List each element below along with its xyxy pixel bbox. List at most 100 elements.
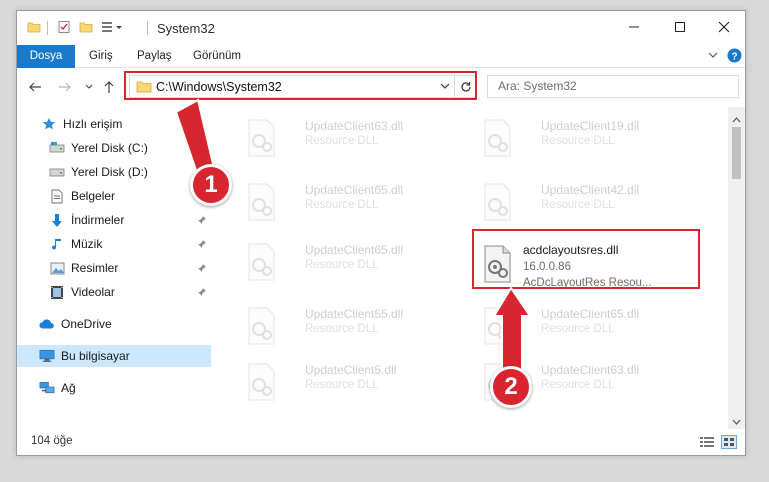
dll-file-icon <box>481 245 513 283</box>
file-type: Resource DLL <box>305 199 379 211</box>
nav-item-music[interactable]: Müzik <box>17 233 211 255</box>
file-item-acdclayoutsres[interactable]: acdclayoutsres.dll 16.0.0.86 AcDcLayoutR… <box>475 235 699 293</box>
properties-icon[interactable] <box>57 20 71 37</box>
address-bar[interactable]: C:\Windows\System32 <box>129 75 477 98</box>
folder-icon <box>136 79 152 97</box>
folder-icon <box>27 20 41 37</box>
file-name: UpdateClient65.dll <box>305 243 404 257</box>
file-name: UpdateClient5.dll <box>305 363 397 377</box>
chevron-down-icon[interactable] <box>439 80 451 95</box>
toolbar-separator <box>147 21 148 35</box>
file-name: UpdateClient65.dll <box>305 183 404 197</box>
nav-this-pc[interactable]: Bu bilgisayar <box>17 345 211 367</box>
vertical-scrollbar[interactable] <box>728 107 745 429</box>
file-description: AcDcLayoutRes Resou... <box>523 277 652 289</box>
close-button[interactable] <box>701 11 747 43</box>
tab-view[interactable]: Görünüm <box>183 45 251 68</box>
dll-file-icon <box>481 183 513 221</box>
recent-locations-icon[interactable] <box>81 79 97 95</box>
scroll-up-icon[interactable] <box>732 113 741 123</box>
tab-home[interactable]: Giriş <box>79 45 123 68</box>
file-item[interactable]: UpdateClient63.dll Resource DLL <box>237 113 457 163</box>
file-name: UpdateClient19.dll <box>541 119 640 133</box>
nav-onedrive[interactable]: OneDrive <box>17 313 211 335</box>
file-list: UpdateClient63.dll Resource DLL UpdateCl… <box>217 107 727 429</box>
pin-icon <box>197 286 207 300</box>
callout-number: 2 <box>490 366 532 408</box>
nav-network[interactable]: Ağ <box>17 377 211 399</box>
item-count: 104 öğe <box>31 435 73 447</box>
nav-item-videos[interactable]: Videolar <box>17 281 211 303</box>
file-name: acdclayoutsres.dll <box>523 243 619 257</box>
file-name: UpdateClient65.dll <box>541 307 640 321</box>
dll-file-icon <box>245 307 277 345</box>
back-arrow-icon[interactable] <box>27 79 43 95</box>
up-arrow-icon[interactable] <box>101 79 117 95</box>
file-name: UpdateClient55.dll <box>305 307 404 321</box>
file-name: UpdateClient63.dll <box>305 119 404 133</box>
file-type: Resource DLL <box>305 379 379 391</box>
nav-label: Yerel Disk (C:) <box>71 141 148 155</box>
scroll-down-icon[interactable] <box>732 415 741 425</box>
nav-quick-access[interactable]: Hızlı erişim <box>17 113 211 135</box>
network-icon <box>39 380 55 396</box>
search-box[interactable] <box>487 75 739 98</box>
file-item[interactable]: UpdateClient42.dll Resource DLL <box>473 177 693 227</box>
nav-item-local-disk-c[interactable]: Yerel Disk (C:) <box>17 137 211 159</box>
window-title: System32 <box>157 21 215 36</box>
nav-item-documents[interactable]: Belgeler <box>17 185 211 207</box>
tiles-view-icon[interactable] <box>721 435 737 449</box>
tab-share[interactable]: Paylaş <box>127 45 182 68</box>
customize-quick-access-icon[interactable] <box>101 20 123 37</box>
pictures-icon <box>49 260 65 276</box>
navigation-pane: Hızlı erişim Yerel Disk (C:) Yerel Disk … <box>17 107 211 429</box>
file-item[interactable]: UpdateClient65.dll Resource DLL <box>473 301 693 351</box>
callout-number: 1 <box>190 164 232 206</box>
drive-icon <box>49 140 65 156</box>
search-input[interactable] <box>498 79 698 93</box>
tab-file[interactable]: Dosya <box>17 45 75 68</box>
nav-label: Müzik <box>71 237 103 251</box>
file-item[interactable]: UpdateClient5.dll Resource DLL <box>237 357 457 407</box>
nav-label: İndirmeler <box>71 213 125 227</box>
nav-label: Belgeler <box>71 189 116 203</box>
dll-file-icon <box>245 363 277 401</box>
scrollbar-thumb[interactable] <box>732 127 741 179</box>
address-path[interactable]: C:\Windows\System32 <box>156 80 282 94</box>
maximize-button[interactable] <box>657 11 703 43</box>
help-icon[interactable]: ? <box>727 48 742 66</box>
file-item[interactable]: UpdateClient55.dll Resource DLL <box>237 301 457 351</box>
details-view-icon[interactable] <box>699 435 715 449</box>
music-icon <box>49 236 65 252</box>
file-item[interactable]: UpdateClient65.dll Resource DLL <box>237 237 457 287</box>
computer-icon <box>39 348 55 364</box>
nav-label: Resimler <box>71 261 119 275</box>
file-item[interactable]: UpdateClient65.dll Resource DLL <box>237 177 457 227</box>
documents-icon <box>49 188 65 204</box>
nav-item-downloads[interactable]: İndirmeler <box>17 209 211 231</box>
nav-label: OneDrive <box>61 317 112 331</box>
nav-item-pictures[interactable]: Resimler <box>17 257 211 279</box>
forward-arrow-icon[interactable] <box>57 79 73 95</box>
chevron-down-icon[interactable] <box>707 49 719 64</box>
refresh-icon[interactable] <box>454 76 476 97</box>
file-name: UpdateClient42.dll <box>541 183 640 197</box>
file-type: Resource DLL <box>305 323 379 335</box>
nav-label: Videolar <box>71 285 115 299</box>
nav-item-local-disk-d[interactable]: Yerel Disk (D:) <box>17 161 211 183</box>
pin-icon <box>197 214 207 228</box>
nav-label: Ağ <box>61 381 76 395</box>
dll-file-icon <box>245 119 277 157</box>
pin-icon <box>197 262 207 276</box>
file-name: UpdateClient63.dll <box>541 363 640 377</box>
nav-label: Bu bilgisayar <box>61 349 130 363</box>
file-type: Resource DLL <box>305 135 379 147</box>
drive-icon <box>49 164 65 180</box>
dll-file-icon <box>245 243 277 281</box>
minimize-button[interactable] <box>611 11 657 43</box>
file-item[interactable]: UpdateClient19.dll Resource DLL <box>473 113 693 163</box>
file-type: Resource DLL <box>541 199 615 211</box>
title-bar: System32 <box>17 11 745 45</box>
new-folder-icon[interactable] <box>79 20 93 37</box>
file-type: Resource DLL <box>541 379 615 391</box>
